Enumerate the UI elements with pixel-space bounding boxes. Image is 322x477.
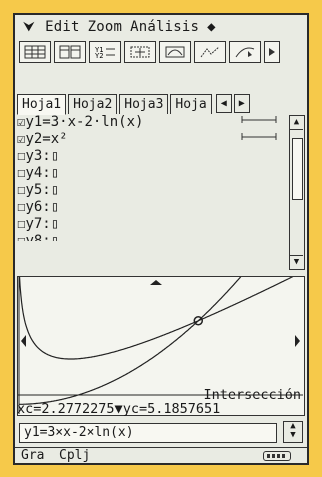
function-row-y5[interactable]: ☐y5:▯ [17,182,287,199]
calculator-screen: ⮟ Edit Zoom Análisis ◆ Y1 Y2 Hoja1 Hoja2… [13,13,309,465]
function-row-y3[interactable]: ☐y3:▯ [17,148,287,165]
scroll-up-icon[interactable]: ▲ [290,116,303,130]
curve-y1 [18,271,304,360]
menu-more-icon[interactable]: ◆ [207,19,216,35]
tab-hoja4[interactable]: Hoja [170,94,212,114]
tab-hoja2[interactable]: Hoja2 [68,94,118,114]
menu-chevron-icon[interactable]: ⮟ [23,19,35,35]
status-bar: Gra Cplj [15,447,307,464]
trace-icon[interactable] [229,41,261,63]
function-list-scrollbar[interactable]: ▲ ▼ [289,115,305,270]
xc-value: xc=2.2772275 [17,401,115,417]
scroll-down-icon[interactable]: ▼ [290,255,303,269]
function-row-y6[interactable]: ☐y6:▯ [17,199,287,216]
sheet-tabs: Hoja1 Hoja2 Hoja3 Hoja ◀ ▶ [17,94,309,115]
battery-icon [263,451,291,461]
function-row-y7[interactable]: ☐y7:▯ [17,216,287,233]
pan-left-arrow-icon[interactable] [21,335,26,347]
tab-left-arrow-icon[interactable]: ◀ [215,94,232,113]
function-row-y2[interactable]: ☑y2=x² [17,131,287,148]
function-list: ☑y1=3·x-2·ln(x) ☑y2=x² ☐y3:▯ ☐y4:▯ ☐y5:▯… [17,114,287,272]
pan-right-arrow-icon[interactable] [295,335,300,347]
trace-arrow-icon[interactable]: ▼ [115,401,123,417]
expression-input[interactable]: y1=3×x-2×ln(x) [19,423,277,443]
status-mode-right: Cplj [59,448,91,463]
menu-bar: ⮟ Edit Zoom Análisis ◆ [15,15,307,39]
toolbar: Y1 Y2 [19,41,305,65]
status-mode-left: Gra [21,448,45,463]
zoom-box-icon[interactable] [124,41,156,63]
menu-edit[interactable]: Edit [45,19,80,35]
y1y2-icon[interactable]: Y1 Y2 [89,41,121,63]
table-icon[interactable] [19,41,51,63]
menu-analysis[interactable]: Análisis [130,19,199,35]
scroll-thumb[interactable] [292,138,303,200]
function-row-y1[interactable]: ☑y1=3·x-2·ln(x) [17,114,287,131]
line-style-icon[interactable] [241,114,277,126]
svg-text:Y2: Y2 [95,52,103,59]
sketch-icon[interactable] [194,41,226,63]
table-list-icon[interactable] [54,41,86,63]
tab-hoja3[interactable]: Hoja3 [119,94,169,114]
pan-up-arrow-icon[interactable] [150,280,162,285]
line-style-icon[interactable] [241,131,277,143]
function-expr-y1[interactable]: 3·x-2·ln(x) [51,114,144,130]
spin-arrows-icon[interactable]: ▲ ▼ [283,421,303,443]
zoom-fit-icon[interactable] [159,41,191,63]
tab-hoja1[interactable]: Hoja1 [17,94,67,115]
function-expr-y2[interactable]: x² [51,131,68,147]
tab-right-arrow-icon[interactable]: ▶ [233,94,250,113]
function-row-y4[interactable]: ☐y4:▯ [17,165,287,182]
function-row-y8[interactable]: ☐y8:▯ [17,233,287,241]
menu-zoom[interactable]: Zoom [88,19,123,35]
scroll-right-icon[interactable] [264,41,280,63]
curve-y2 [18,257,258,405]
yc-value: yc=5.1857651 [122,401,221,417]
coordinate-readout: xc=2.2772275▼yc=5.1857651 [17,402,305,416]
